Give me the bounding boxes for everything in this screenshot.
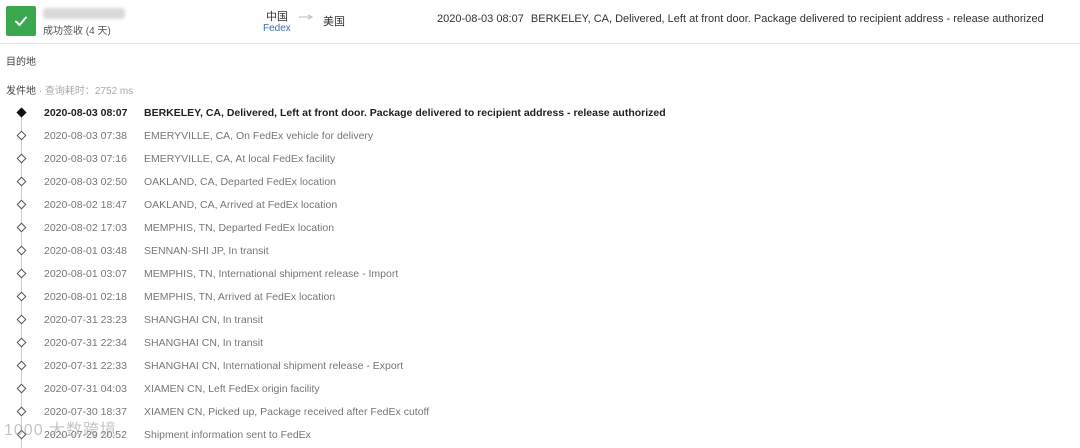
timeline-event: 2020-08-03 02:50 OAKLAND, CA, Departed Fe…	[0, 171, 1080, 194]
event-time: 2020-07-31 22:34	[44, 337, 127, 349]
event-message: OAKLAND, CA, Departed FedEx location	[144, 176, 337, 188]
event-time: 2020-08-03 02:50	[44, 176, 127, 188]
event-message: MEMPHIS, TN, Arrived at FedEx location	[144, 291, 336, 303]
event-message: BERKELEY, CA, Delivered, Left at front d…	[144, 107, 666, 119]
timeline-node-icon	[16, 291, 27, 302]
timeline-event: 2020-08-02 17:03 MEMPHIS, TN, Departed Fe…	[0, 217, 1080, 240]
timeline-node-icon	[16, 337, 27, 348]
timeline-node-icon	[16, 245, 27, 256]
event-time: 2020-08-02 18:47	[44, 199, 127, 211]
timeline-node-icon	[16, 314, 27, 325]
route-arrow-icon	[299, 14, 314, 20]
delivered-status-badge	[6, 6, 36, 36]
event-time: 2020-07-31 04:03	[44, 383, 127, 395]
origin-section-label: 发件地 · 查询耗时：2752 ms	[6, 82, 133, 97]
origin-country: 中国	[266, 11, 288, 23]
event-message: EMERYVILLE, CA, On FedEx vehicle for del…	[144, 130, 374, 142]
timeline-node-icon	[16, 199, 27, 210]
event-time: 2020-08-03 08:07	[44, 107, 128, 119]
timeline-node-icon	[16, 222, 27, 233]
timeline-event: 2020-08-03 07:38 EMERYVILLE, CA, On FedEx…	[0, 125, 1080, 148]
query-time: · 查询耗时：2752 ms	[36, 86, 134, 97]
timeline-node-icon	[16, 153, 27, 164]
event-message: XIAMEN CN, Left FedEx origin facility	[144, 383, 320, 395]
event-time: 2020-08-01 02:18	[44, 291, 127, 303]
timeline-node-icon	[16, 383, 27, 394]
carrier-link[interactable]: Fedex	[263, 23, 291, 34]
tracking-number-redacted	[43, 8, 125, 19]
event-time: 2020-08-02 17:03	[44, 222, 127, 234]
tracking-header: 成功签收 (4 天) 中国 Fedex 美国 2020-08-03 08:07 …	[0, 0, 1080, 44]
timeline-event: 2020-07-31 04:03 XIAMEN CN, Left FedEx or…	[0, 378, 1080, 401]
origin-label: 发件地	[6, 86, 36, 97]
timeline-event: 2020-07-31 22:33 SHANGHAI CN, Internation…	[0, 355, 1080, 378]
timeline-event: 2020-07-30 18:37 XIAMEN CN, Picked up, Pa…	[0, 401, 1080, 424]
timeline-node-filled-icon	[16, 107, 27, 118]
event-time: 2020-08-03 07:38	[44, 130, 127, 142]
timeline-event: 2020-08-02 18:47 OAKLAND, CA, Arrived at …	[0, 194, 1080, 217]
timeline-event: 2020-08-03 07:16 EMERYVILLE, CA, At local…	[0, 148, 1080, 171]
latest-event: 2020-08-03 08:07 BERKELEY, CA, Delivered…	[437, 13, 1044, 25]
event-message: XIAMEN CN, Picked up, Package received a…	[144, 406, 430, 418]
timeline-event: 2020-07-31 22:34 SHANGHAI CN, In transit	[0, 332, 1080, 355]
check-icon	[15, 16, 27, 26]
event-time: 2020-07-31 22:33	[44, 360, 127, 372]
timeline-event: 2020-08-03 08:07 BERKELEY, CA, Delivered,…	[0, 102, 1080, 125]
watermark-logo: 1000 大数跨境	[4, 422, 118, 439]
timeline-node-icon	[16, 406, 27, 417]
event-time: 2020-08-01 03:07	[44, 268, 127, 280]
event-message: MEMPHIS, TN, Departed FedEx location	[144, 222, 335, 234]
timeline-node-icon	[16, 130, 27, 141]
event-message: SENNAN-SHI JP, In transit	[144, 245, 269, 257]
event-message: Shipment information sent to FedEx	[144, 429, 311, 441]
event-message: MEMPHIS, TN, International shipment rele…	[144, 268, 399, 280]
latest-event-message: BERKELEY, CA, Delivered, Left at front d…	[530, 13, 1044, 25]
event-message: SHANGHAI CN, In transit	[144, 337, 264, 349]
destination-country: 美国	[323, 16, 345, 28]
event-time: 2020-08-03 07:16	[44, 153, 127, 165]
timeline-event: 2020-08-01 02:18 MEMPHIS, TN, Arrived at …	[0, 286, 1080, 309]
timeline-node-icon	[16, 268, 27, 279]
timeline-event: 2020-08-01 03:07 MEMPHIS, TN, Internation…	[0, 263, 1080, 286]
timeline-event: 2020-07-29 20:52 Shipment information sen…	[0, 424, 1080, 447]
event-message: SHANGHAI CN, In transit	[144, 314, 264, 326]
event-time: 2020-07-31 23:23	[44, 314, 127, 326]
event-message: OAKLAND, CA, Arrived at FedEx location	[144, 199, 338, 211]
timeline-event: 2020-07-31 23:23 SHANGHAI CN, In transit	[0, 309, 1080, 332]
timeline-node-icon	[16, 176, 27, 187]
status-label: 成功签收 (4 天)	[43, 26, 111, 37]
event-message: SHANGHAI CN, International shipment rele…	[144, 360, 404, 372]
timeline-event: 2020-08-01 03:48 SENNAN-SHI JP, In transi…	[0, 240, 1080, 263]
timeline-node-icon	[16, 360, 27, 371]
latest-event-time: 2020-08-03 08:07	[437, 13, 524, 25]
event-time: 2020-08-01 03:48	[44, 245, 127, 257]
destination-section-label: 目的地	[6, 57, 36, 68]
event-message: EMERYVILLE, CA, At local FedEx facility	[144, 153, 336, 165]
